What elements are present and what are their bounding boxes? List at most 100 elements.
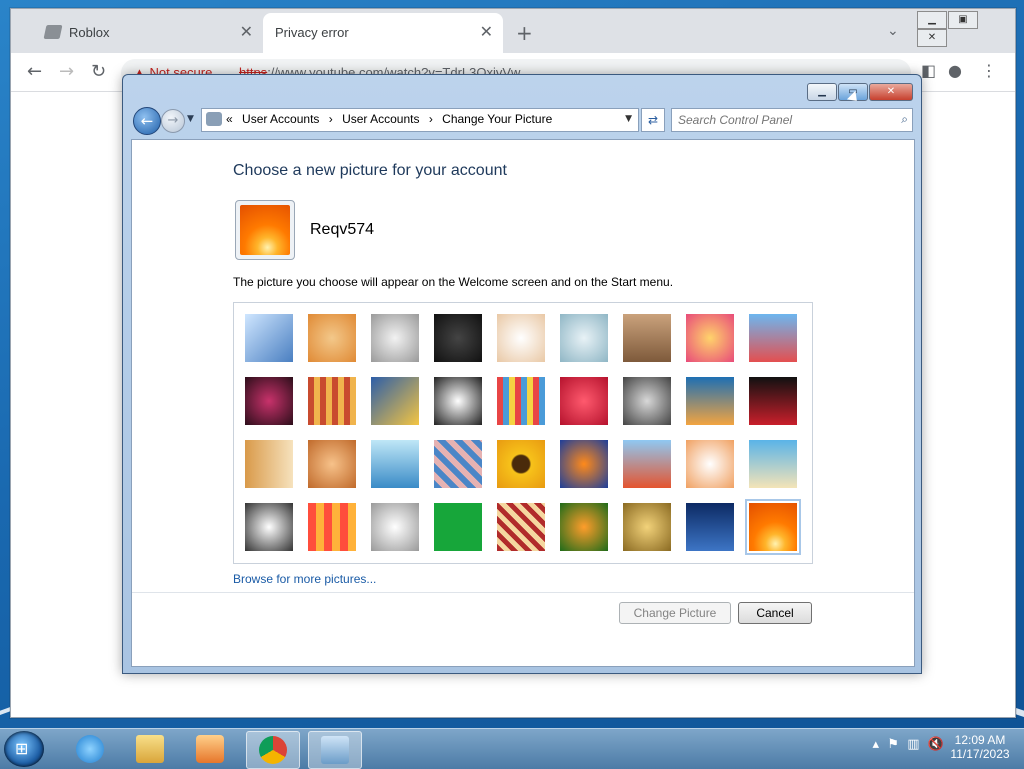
clock[interactable]: 12:09 AM 11/17/2023 bbox=[944, 733, 1016, 761]
divider bbox=[132, 592, 914, 593]
search-icon[interactable]: ⌕ bbox=[901, 112, 908, 127]
close-button[interactable]: ✕ bbox=[869, 83, 913, 101]
folder-icon bbox=[136, 735, 164, 763]
network-icon[interactable]: ▥ bbox=[907, 737, 919, 752]
window-caption-buttons: ▁ ▭ ✕ bbox=[806, 83, 913, 101]
change-picture-button[interactable]: Change Picture bbox=[619, 602, 731, 624]
picture-stairs[interactable] bbox=[686, 377, 734, 425]
current-account-picture bbox=[235, 200, 295, 260]
picture-starfish[interactable] bbox=[308, 314, 356, 362]
breadcrumb-user-accounts[interactable]: User Accounts bbox=[242, 112, 319, 126]
picture-record-player[interactable] bbox=[434, 314, 482, 362]
picture-woven-rug[interactable] bbox=[497, 503, 545, 551]
reload-icon[interactable]: ↻ bbox=[91, 61, 106, 82]
picture-kitten[interactable] bbox=[623, 314, 671, 362]
picture-lucky-cat[interactable] bbox=[497, 314, 545, 362]
internet-explorer-button[interactable] bbox=[64, 731, 116, 767]
media-player-button[interactable] bbox=[184, 731, 236, 767]
chrome-icon bbox=[259, 736, 287, 764]
media-player-icon bbox=[196, 735, 224, 763]
forward-button[interactable]: → bbox=[161, 109, 185, 133]
picture-pink-flower[interactable] bbox=[686, 314, 734, 362]
control-panel-icon bbox=[321, 736, 349, 764]
picture-orange-flower[interactable] bbox=[745, 499, 801, 555]
picture-pomeranian[interactable] bbox=[308, 440, 356, 488]
tab-search-chevron-icon[interactable]: ⌄ bbox=[887, 23, 899, 39]
picture-origami-crane[interactable] bbox=[749, 377, 797, 425]
picture-sailboat[interactable] bbox=[749, 440, 797, 488]
breadcrumb-user-accounts-2[interactable]: User Accounts bbox=[342, 112, 419, 126]
minimize-button[interactable]: ▁ bbox=[807, 83, 837, 101]
tab-close-icon[interactable]: ✕ bbox=[480, 22, 493, 42]
control-panel-taskbar-button[interactable] bbox=[308, 731, 362, 769]
user-accounts-icon bbox=[206, 112, 222, 126]
picture-ball[interactable] bbox=[245, 377, 293, 425]
picture-paper-lantern[interactable] bbox=[560, 377, 608, 425]
picture-lighthouse[interactable] bbox=[686, 503, 734, 551]
picture-border-collie[interactable] bbox=[434, 377, 482, 425]
picture-roller-coaster[interactable] bbox=[245, 314, 293, 362]
breadcrumb-items: « User Accounts › User Accounts › Change… bbox=[226, 112, 558, 126]
recent-pages-dropdown[interactable]: ▼ bbox=[187, 114, 194, 124]
file-explorer-button[interactable] bbox=[124, 731, 176, 767]
back-button[interactable]: ← bbox=[133, 107, 161, 135]
tab-strip: Roblox ✕ Privacy error ✕ + ⌄ ▁ ▣ ✕ bbox=[11, 9, 1015, 53]
breadcrumb[interactable]: « User Accounts › User Accounts › Change… bbox=[201, 108, 639, 132]
tab-title: Roblox bbox=[69, 25, 110, 40]
address-dropdown-icon[interactable]: ▼ bbox=[625, 114, 632, 124]
search-box[interactable]: ⌕ bbox=[671, 108, 913, 132]
profile-avatar-icon[interactable]: ● bbox=[948, 61, 962, 80]
orange-flower-image bbox=[240, 205, 290, 255]
picture-clownfish[interactable] bbox=[560, 440, 608, 488]
breadcrumb-separator[interactable]: › bbox=[429, 112, 433, 126]
forward-arrow-icon[interactable]: → bbox=[59, 61, 74, 82]
breadcrumb-overflow[interactable]: « bbox=[226, 112, 233, 126]
windows-logo-icon: ⊞ bbox=[15, 739, 29, 758]
cancel-button[interactable]: Cancel bbox=[738, 602, 812, 624]
picture-striped-fabric[interactable] bbox=[308, 503, 356, 551]
picture-sunflower[interactable] bbox=[497, 440, 545, 488]
close-button[interactable]: ✕ bbox=[917, 29, 947, 47]
start-button[interactable]: ⊞ bbox=[4, 731, 44, 767]
new-tab-button[interactable]: + bbox=[516, 21, 533, 45]
picture-gyroscope[interactable] bbox=[560, 314, 608, 362]
control-panel-window: ▁ ▭ ✕ ← → ▼ « User Accounts › User Accou… bbox=[122, 74, 922, 674]
refresh-button[interactable]: ⇄ bbox=[641, 108, 665, 132]
content-pane: Choose a new picture for your account Re… bbox=[131, 139, 915, 667]
tab-privacy-error[interactable]: Privacy error ✕ bbox=[263, 13, 503, 53]
browse-more-pictures-link[interactable]: Browse for more pictures... bbox=[233, 572, 376, 586]
chrome-button[interactable] bbox=[246, 731, 300, 769]
picture-textile[interactable] bbox=[434, 440, 482, 488]
clock-date: 11/17/2023 bbox=[950, 747, 1010, 761]
menu-kebab-icon[interactable]: ⋮ bbox=[981, 61, 997, 80]
picture-ferris-wheel[interactable] bbox=[749, 314, 797, 362]
picture-butterfly[interactable] bbox=[560, 503, 608, 551]
picture-nautilus[interactable] bbox=[623, 503, 671, 551]
picture-hot-air-balloon[interactable] bbox=[623, 440, 671, 488]
picture-tin-robot[interactable] bbox=[371, 440, 419, 488]
breadcrumb-separator[interactable]: › bbox=[329, 112, 333, 126]
picture-green-window[interactable] bbox=[434, 503, 482, 551]
picture-yellow-leaf[interactable] bbox=[371, 377, 419, 425]
picture-crayons[interactable] bbox=[497, 377, 545, 425]
picture-daruma[interactable] bbox=[686, 440, 734, 488]
tab-roblox[interactable]: Roblox ✕ bbox=[23, 13, 263, 53]
breadcrumb-change-picture[interactable]: Change Your Picture bbox=[442, 112, 552, 126]
picture-jacks[interactable] bbox=[623, 377, 671, 425]
picture-guitar[interactable] bbox=[245, 440, 293, 488]
show-hidden-icon[interactable]: ▴ bbox=[873, 737, 880, 752]
picture-marbles[interactable] bbox=[371, 503, 419, 551]
picture-soccer-ball[interactable] bbox=[245, 503, 293, 551]
search-input[interactable] bbox=[676, 111, 890, 129]
picture-robot-toy[interactable] bbox=[371, 314, 419, 362]
sidebar-icon[interactable]: ◧ bbox=[921, 61, 936, 80]
flag-icon[interactable]: ⚑ bbox=[887, 737, 899, 752]
tab-close-icon[interactable]: ✕ bbox=[240, 22, 253, 42]
picture-fabric[interactable] bbox=[308, 377, 356, 425]
back-arrow-icon[interactable]: ← bbox=[27, 61, 42, 82]
restore-button[interactable]: ▣ bbox=[948, 11, 978, 29]
volume-muted-icon[interactable]: 🔇 bbox=[928, 737, 944, 752]
clock-time: 12:09 AM bbox=[954, 733, 1006, 747]
minimize-button[interactable]: ▁ bbox=[917, 11, 947, 29]
navigation-bar: ← → ▼ « User Accounts › User Accounts › … bbox=[131, 105, 913, 137]
